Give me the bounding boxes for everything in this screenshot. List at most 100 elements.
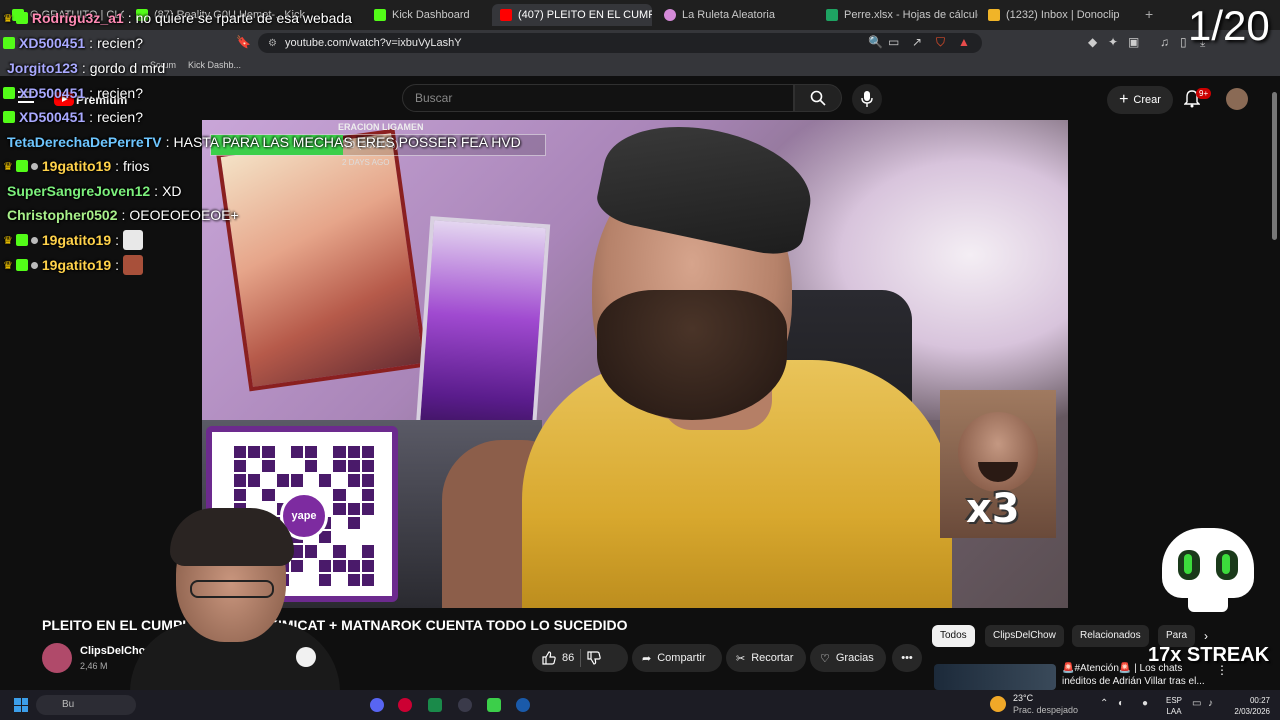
chat-message: XD500451: recien? — [3, 106, 143, 128]
qr-module — [348, 489, 360, 501]
channel-avatar[interactable] — [42, 643, 72, 673]
language-indicator[interactable]: ESP LAA — [1166, 695, 1182, 717]
sidebar-icon[interactable]: ▯ — [1180, 35, 1187, 49]
more-actions-button[interactable]: ••• — [892, 644, 922, 672]
weather-icon[interactable] — [990, 696, 1006, 712]
clock-date: 2/03/2026 — [1234, 707, 1270, 716]
tab-donoclip[interactable]: (1232) Inbox | Donoclip — [980, 4, 1140, 26]
site-info-icon[interactable]: ⚙ — [268, 38, 277, 49]
kick-icon — [374, 9, 386, 21]
qr-module — [304, 446, 318, 459]
qr-module — [362, 531, 374, 543]
chat-username: XD500451 — [19, 85, 86, 101]
subscribe-button[interactable] — [296, 647, 316, 667]
puzzle-icon[interactable]: ✦ — [1108, 35, 1118, 49]
chip-for-you[interactable]: Para — [1158, 625, 1196, 647]
brave-shield-icon[interactable]: ⛉ — [936, 35, 945, 50]
account-avatar[interactable] — [1226, 88, 1248, 110]
extension-icon[interactable]: ◆ — [1088, 35, 1097, 49]
chat-separator: : — [89, 35, 94, 51]
qr-module — [347, 474, 360, 487]
qr-module — [361, 573, 374, 586]
chat-message: XD500451: recien? — [3, 32, 143, 54]
network-icon[interactable]: ◐ — [1118, 698, 1124, 709]
chat-separator: : — [115, 232, 120, 248]
divider — [580, 649, 582, 667]
tab-ruleta[interactable]: La Ruleta Aleatoria — [656, 4, 816, 26]
windows-start-icon[interactable] — [14, 698, 28, 712]
qr-module — [333, 488, 346, 501]
recommended-thumbnail[interactable] — [934, 664, 1056, 690]
voice-search-button[interactable] — [852, 84, 882, 114]
qr-module — [290, 446, 303, 459]
chat-badges: ♛ — [3, 12, 28, 25]
search-button[interactable] — [794, 84, 842, 112]
display-icon[interactable]: ▭ — [1192, 698, 1201, 709]
clock[interactable]: 00:27 2/03/2026 — [1230, 695, 1270, 717]
thanks-button[interactable]: ♡ Gracias — [810, 644, 886, 672]
tab-sheets[interactable]: Perre.xlsx - Hojas de cálculo de Goog — [818, 4, 978, 26]
chat-username: 19gatito19 — [41, 257, 112, 273]
webcam-overlay — [130, 508, 340, 720]
recommended-title[interactable]: 🚨#Atención🚨 | Los chats inéditos de Adri… — [1062, 662, 1212, 688]
qr-module — [361, 446, 374, 459]
app-icon[interactable] — [428, 698, 442, 712]
tab-youtube-active[interactable]: (407) PLEITO EN EL CUMPLEA × — [492, 4, 652, 26]
chat-message: SuperSangreJoven12: XD — [3, 180, 182, 202]
qr-module — [248, 474, 261, 487]
chat-username: Christopher0502 — [7, 207, 118, 223]
clip-button[interactable]: ✂ Recortar — [726, 644, 806, 672]
scrollbar-thumb[interactable] — [1272, 92, 1277, 240]
skull-teeth — [1188, 596, 1228, 612]
weather-condition: Prac. despejado — [1013, 705, 1079, 715]
bookmark-icon[interactable]: 🔖 — [236, 35, 251, 49]
rewards-icon[interactable]: ▲ — [958, 35, 970, 49]
volume-icon[interactable]: ♪ — [1208, 698, 1213, 709]
cast-icon[interactable]: ▭ — [888, 35, 899, 49]
chevron-up-icon[interactable]: ⌃ — [1100, 698, 1108, 709]
qr-module — [348, 531, 360, 543]
thumbs-down-icon[interactable] — [587, 651, 601, 665]
share-icon[interactable]: ↗ — [912, 35, 922, 49]
share-button[interactable]: ➦ Compartir — [632, 644, 722, 672]
kick-app-icon[interactable] — [487, 698, 501, 712]
goal-days: 2 DAYS AGO — [342, 158, 390, 167]
more-vert-icon[interactable]: ⋮ — [1216, 663, 1228, 677]
chip-channel[interactable]: ClipsDelChow — [985, 625, 1064, 647]
bookmark-item[interactable]: Kick Dashb... — [188, 60, 241, 70]
qr-module — [234, 446, 247, 459]
search-input[interactable]: Buscar — [402, 84, 794, 112]
qr-module — [234, 474, 247, 487]
steam-icon[interactable] — [516, 698, 530, 712]
music-icon[interactable]: ♫ — [1160, 35, 1169, 49]
obs-icon[interactable] — [458, 698, 472, 712]
tab-kick-dashboard[interactable]: Kick Dashboard — [366, 4, 486, 26]
opera-icon[interactable] — [398, 698, 412, 712]
like-button[interactable]: 86 — [542, 651, 574, 665]
mic-tray-icon[interactable]: ● — [1142, 698, 1148, 709]
taskbar-search[interactable]: Bu — [36, 695, 136, 715]
chevron-right-icon[interactable]: › — [1204, 629, 1208, 643]
crown-badge-icon: ♛ — [3, 160, 13, 173]
create-button[interactable]: + Crear — [1107, 86, 1173, 114]
chat-separator: : — [89, 109, 94, 125]
zoom-icon[interactable]: 🔍 — [868, 35, 883, 49]
chat-message: Jorgito123: gordo d mrd — [3, 57, 165, 79]
qr-module — [361, 559, 374, 572]
qr-module — [262, 488, 275, 501]
chip-all[interactable]: Todos — [932, 625, 975, 647]
discord-icon[interactable] — [370, 698, 384, 712]
page-scrollbar[interactable] — [1270, 80, 1278, 680]
chip-related[interactable]: Relacionados — [1072, 625, 1149, 647]
face-emote-icon — [123, 255, 144, 275]
qr-module — [277, 446, 289, 458]
new-tab-button[interactable]: + — [1145, 6, 1153, 22]
streamer-beard — [597, 290, 787, 420]
subscriber-badge-icon — [3, 111, 15, 123]
crown-badge-icon: ♛ — [3, 234, 13, 247]
meme-multiplier: x3 — [966, 486, 1020, 532]
chat-badges: ♛ — [3, 234, 38, 247]
qr-module — [290, 474, 303, 487]
url-text: youtube.com/watch?v=ixbuVyLashY — [284, 37, 462, 49]
screenshot-icon[interactable]: ▣ — [1128, 35, 1139, 49]
